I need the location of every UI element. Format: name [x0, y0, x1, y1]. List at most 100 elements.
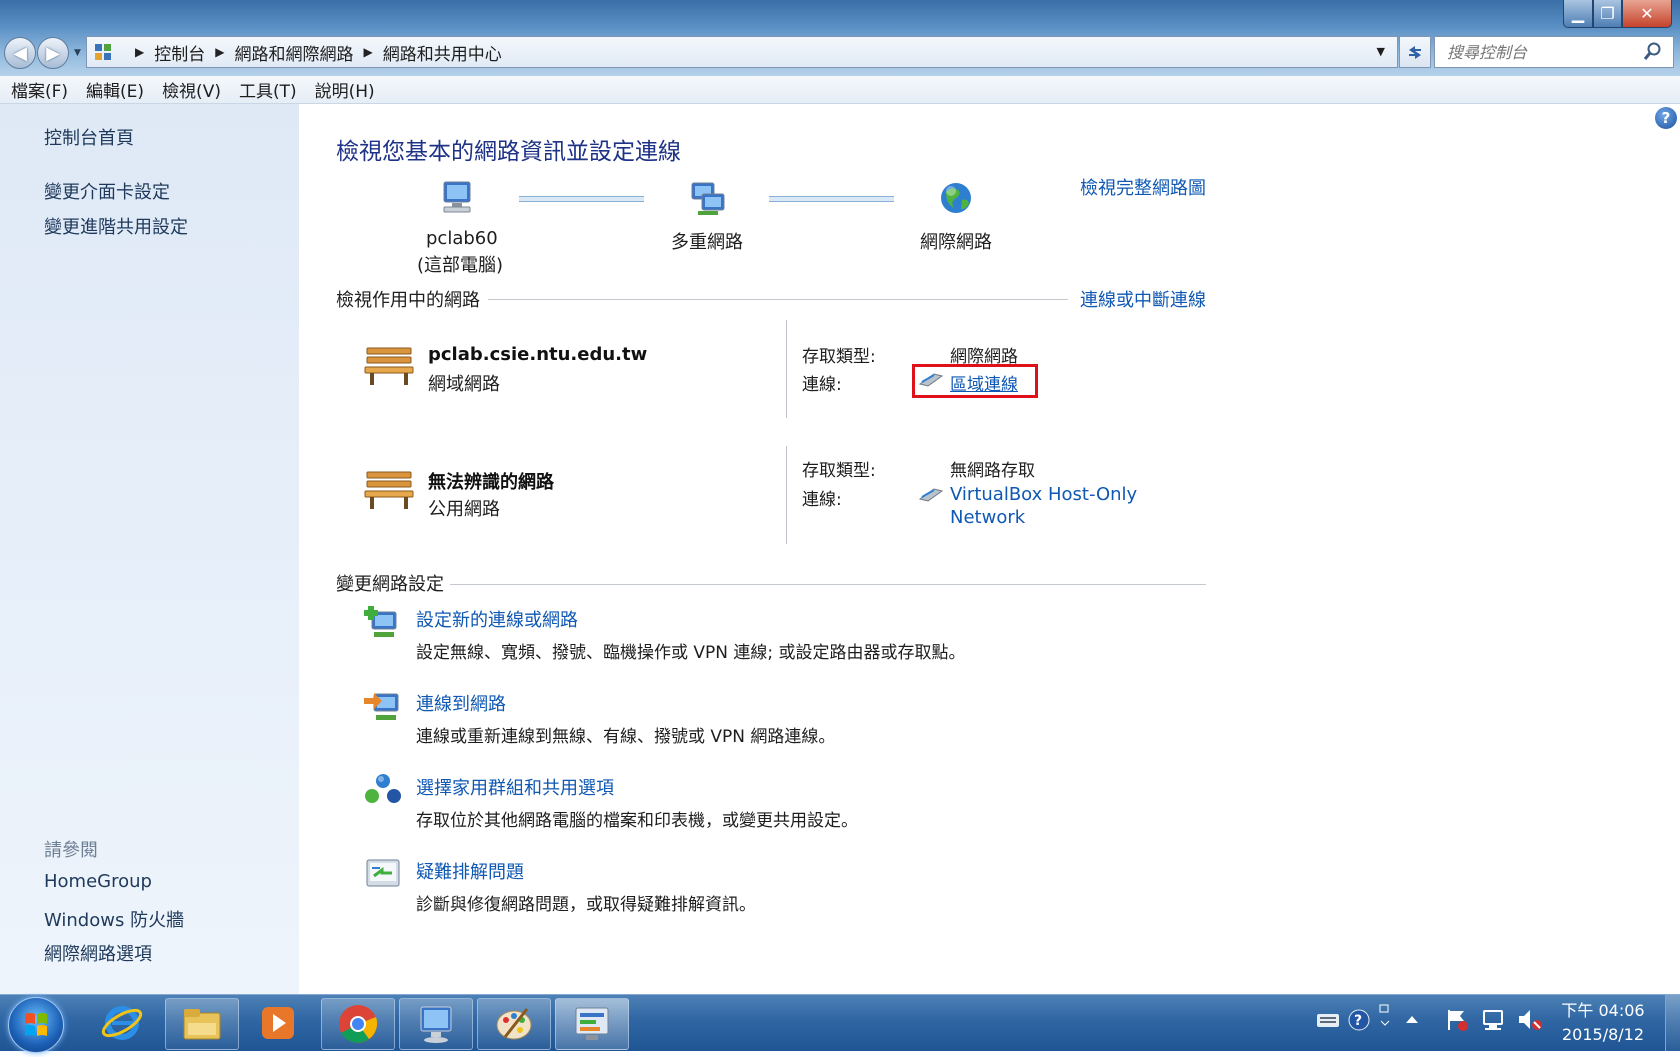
virtualbox-connection-link[interactable]: VirtualBox Host-Only [950, 484, 1137, 505]
network-2-access-value: 無網路存取 [950, 461, 1035, 481]
help-icon[interactable]: ? [1655, 107, 1677, 129]
menu-tools[interactable]: 工具(T) [230, 77, 306, 102]
taskbar-file-explorer[interactable] [165, 998, 239, 1050]
taskbar-paint[interactable] [477, 998, 551, 1050]
refresh-button[interactable] [1399, 36, 1431, 68]
show-desktop-button[interactable] [1665, 995, 1680, 1051]
menu-bar: 檔案(F) 編輯(E) 檢視(V) 工具(T) 說明(H) [0, 76, 1680, 104]
divider [450, 584, 1206, 585]
chrome-icon [339, 1005, 378, 1043]
recent-pages-dropdown[interactable]: ▼ [74, 48, 81, 58]
folder-icon [183, 1009, 221, 1040]
sidebar: 控制台首頁 變更介面卡設定 變更進階共用設定 請參閱 HomeGroup Win… [0, 104, 299, 994]
search-icon[interactable] [1643, 41, 1663, 61]
main-content: 檢視您基本的網路資訊並設定連線 pclab60 (這部電腦) 多重網路 網際網路… [300, 104, 1650, 994]
network-label: 多重網路 [671, 232, 743, 253]
sidebar-homegroup[interactable]: HomeGroup [44, 871, 152, 892]
help-icon[interactable]: ? [1347, 1008, 1371, 1032]
window-controls: ▁ ❐ ✕ [1563, 0, 1672, 28]
clock[interactable]: 下午 04:06 2015/8/12 [1558, 999, 1648, 1047]
paint-palette-icon [496, 1008, 532, 1040]
view-full-map-link[interactable]: 檢視完整網路圖 [1080, 174, 1206, 200]
chevron-right-icon[interactable]: ▶ [363, 45, 372, 59]
computer-icon [443, 181, 471, 213]
internet-label: 網際網路 [920, 232, 992, 253]
troubleshoot-icon [366, 859, 400, 887]
taskbar-chrome[interactable] [321, 998, 395, 1050]
troubleshoot-link[interactable]: 疑難排解問題 [416, 858, 524, 884]
search-input[interactable] [1445, 41, 1639, 63]
network-2-name: 無法辨識的網路 [428, 472, 554, 493]
ethernet-icon[interactable] [918, 487, 944, 503]
keyboard-icon[interactable] [1316, 1010, 1340, 1030]
network-2-category[interactable]: 公用網路 [428, 495, 500, 521]
close-button[interactable]: ✕ [1622, 0, 1672, 28]
multiple-networks-icon[interactable] [688, 180, 728, 216]
network-1-category[interactable]: 網域網路 [428, 370, 500, 396]
menu-file[interactable]: 檔案(F) [2, 77, 77, 102]
control-panel-icon [93, 42, 117, 62]
sidebar-internet-options[interactable]: 網際網路選項 [44, 940, 152, 966]
setup-new-connection-link[interactable]: 設定新的連線或網路 [416, 606, 578, 632]
globe-icon[interactable] [938, 180, 974, 216]
breadcrumb-control-panel[interactable]: 控制台 [154, 40, 205, 65]
connect-to-network-link[interactable]: 連線到網路 [416, 690, 506, 716]
connect-to-network-icon [364, 693, 399, 720]
menu-help[interactable]: 說明(H) [306, 77, 384, 102]
divider [786, 446, 787, 544]
computer-sub: (這部電腦) [417, 255, 504, 276]
clock-date: 2015/8/12 [1561, 1025, 1645, 1044]
access-type-label: 存取類型: [802, 347, 876, 367]
address-bar[interactable]: ▶ 控制台 ▶ 網路和網際網路 ▶ 網路和共用中心 ▼ [86, 36, 1398, 68]
sidebar-change-advanced-sharing[interactable]: 變更進階共用設定 [44, 213, 188, 239]
action-center-flag-icon[interactable] [1444, 1007, 1470, 1033]
connection-label: 連線: [802, 490, 842, 510]
start-button[interactable] [8, 997, 64, 1053]
setup-new-connection-desc: 設定無線、寬頻、撥號、臨機操作或 VPN 連線; 或設定路由器或存取點。 [416, 643, 966, 663]
breadcrumb-network-internet[interactable]: 網路和網際網路 [234, 40, 353, 65]
address-dropdown-icon[interactable]: ▼ [1377, 45, 1385, 58]
sidebar-windows-firewall[interactable]: Windows 防火牆 [44, 906, 184, 932]
media-player-icon [262, 1007, 294, 1039]
connect-disconnect-link[interactable]: 連線或中斷連線 [1080, 286, 1206, 312]
minimize-button[interactable]: ▁ [1563, 0, 1593, 28]
clock-time: 下午 04:06 [1561, 1001, 1645, 1020]
taskbar-internet-explorer[interactable] [86, 998, 158, 1048]
homegroup-sharing-link[interactable]: 選擇家用群組和共用選項 [416, 774, 614, 800]
maximize-button[interactable]: ❐ [1593, 0, 1622, 28]
show-hidden-icons[interactable] [1404, 1013, 1420, 1025]
svg-text:?: ? [1354, 1013, 1362, 1029]
chevron-right-icon[interactable]: ▶ [215, 45, 224, 59]
active-networks-heading: 檢視作用中的網路 [336, 290, 480, 311]
internet-explorer-icon [101, 1006, 143, 1040]
volume-muted-icon[interactable] [1516, 1007, 1544, 1033]
computer-monitor-icon [420, 1006, 452, 1043]
network-1-name: pclab.csie.ntu.edu.tw [428, 344, 648, 365]
computer-name: pclab60 [426, 228, 498, 249]
connection-label: 連線: [802, 375, 842, 395]
sidebar-change-adapter-settings[interactable]: 變更介面卡設定 [44, 178, 170, 204]
taskbar-control-panel[interactable] [555, 998, 629, 1050]
divider [488, 299, 1068, 300]
sidebar-control-panel-home[interactable]: 控制台首頁 [44, 124, 134, 150]
bench-icon [364, 471, 414, 509]
map-connector [769, 196, 894, 202]
menu-edit[interactable]: 編輯(E) [77, 77, 153, 102]
breadcrumb-network-sharing-center[interactable]: 網路和共用中心 [383, 40, 502, 65]
virtualbox-connection-link-line2[interactable]: Network [950, 507, 1025, 528]
language-bar-icon[interactable] [1378, 1003, 1392, 1029]
chevron-right-icon[interactable]: ▶ [135, 45, 144, 59]
page-title: 檢視您基本的網路資訊並設定連線 [336, 139, 681, 165]
access-type-label: 存取類型: [802, 461, 876, 481]
taskbar-network-app[interactable] [399, 998, 473, 1050]
taskbar-media-player[interactable] [242, 998, 314, 1048]
menu-view[interactable]: 檢視(V) [153, 77, 230, 102]
change-settings-heading: 變更網路設定 [336, 574, 444, 595]
network-tray-icon[interactable] [1480, 1007, 1508, 1033]
new-connection-icon [364, 606, 397, 637]
back-button[interactable]: ◀ [4, 37, 36, 69]
see-also-heading: 請參閱 [44, 840, 98, 861]
search-box[interactable] [1434, 36, 1674, 68]
map-connector [519, 196, 644, 202]
forward-button[interactable]: ▶ [37, 37, 69, 69]
